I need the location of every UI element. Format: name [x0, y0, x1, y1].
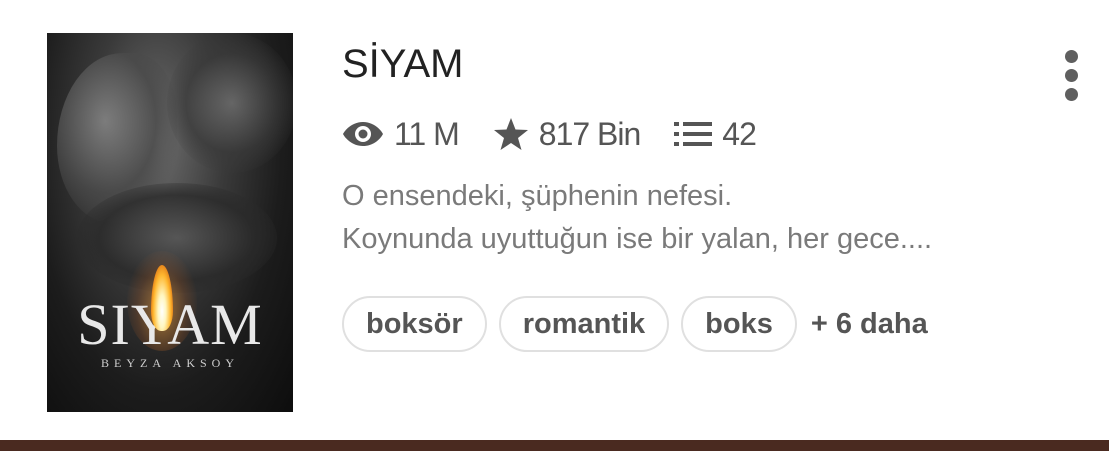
menu-dot	[1064, 69, 1078, 82]
tag-chip-romantik[interactable]: romantik	[498, 296, 670, 352]
votes-stat: 817 Bin	[493, 116, 641, 153]
menu-dot	[1064, 88, 1078, 101]
parts-stat: 42	[674, 115, 757, 153]
description-line: O ensendeki, şüphenin nefesi.	[342, 180, 733, 212]
parts-count: 42	[722, 115, 757, 152]
views-stat: 11 M	[342, 115, 460, 153]
tag-chip-boks[interactable]: boks	[681, 296, 797, 352]
tag-list: boksör romantik boks + 6 daha	[342, 296, 928, 352]
eye-icon	[342, 120, 384, 148]
cover-author: BEYZA AKSOY	[100, 356, 239, 370]
views-count: 11 M	[394, 115, 460, 152]
cover-artwork-face	[167, 33, 293, 173]
star-icon	[493, 117, 529, 151]
tag-chip-boksor[interactable]: boksör	[342, 296, 487, 352]
book-cover[interactable]: SIYAM BEYZA AKSOY	[47, 33, 293, 412]
more-vertical-icon[interactable]	[1058, 50, 1084, 104]
story-description: O ensendeki, şüphenin nefesi. Koynunda u…	[342, 175, 1082, 261]
bottom-divider-bar	[0, 440, 1109, 451]
menu-dot	[1064, 50, 1078, 63]
more-tags-link[interactable]: + 6 daha	[811, 308, 928, 341]
story-card[interactable]: SIYAM BEYZA AKSOY SİYAM 11 M	[0, 0, 1109, 440]
description-line: Koynunda uyuttuğun ise bir yalan, her ge…	[342, 223, 933, 255]
votes-count: 817 Bin	[538, 115, 642, 152]
story-title[interactable]: SİYAM	[342, 42, 464, 87]
list-icon	[674, 121, 713, 147]
story-stats: 11 M 817 Bin 42	[342, 112, 757, 156]
